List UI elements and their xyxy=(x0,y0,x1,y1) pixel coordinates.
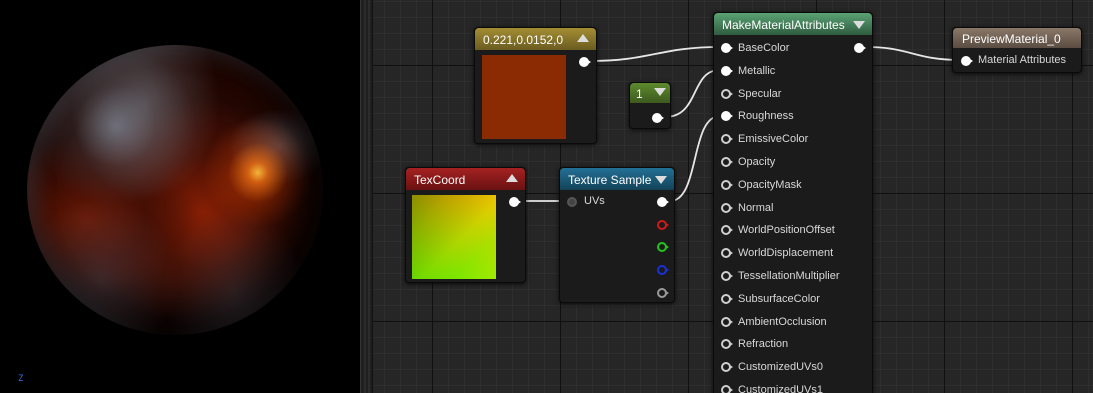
attribute-input-label: Roughness xyxy=(738,110,794,123)
preview-sphere xyxy=(27,45,323,335)
uv-gradient-preview xyxy=(412,195,496,279)
texcoord-title: TexCoord xyxy=(414,173,466,187)
preview-material-node[interactable]: PreviewMaterial_0 Material Attributes xyxy=(952,27,1082,73)
attribute-input-pin[interactable] xyxy=(721,271,733,281)
attribute-input-label: Opacity xyxy=(738,156,776,168)
a-output-pin[interactable] xyxy=(657,288,669,298)
material-attributes-label: Material Attributes xyxy=(978,54,1067,66)
attribute-input-label: Normal xyxy=(738,201,774,214)
texcoord-node[interactable]: TexCoord xyxy=(405,167,526,283)
make-material-attributes-header[interactable]: MakeMaterialAttributes xyxy=(714,13,872,35)
texcoord-header[interactable]: TexCoord xyxy=(406,168,525,190)
r-output-pin[interactable] xyxy=(657,220,669,230)
attribute-input-pin[interactable] xyxy=(721,293,733,304)
attribute-input-pin[interactable] xyxy=(721,385,733,393)
axis-label: Z xyxy=(18,374,24,384)
attribute-input-label: Metallic xyxy=(738,64,776,77)
collapse-arrow-icon[interactable] xyxy=(654,88,666,96)
attribute-input-pin[interactable] xyxy=(721,157,733,167)
attribute-input-pin[interactable] xyxy=(721,111,733,122)
attribute-input-pin[interactable] xyxy=(721,88,733,99)
attribute-input-pin[interactable] xyxy=(721,202,733,213)
attribute-input-label: CustomizedUVs0 xyxy=(738,361,823,374)
collapse-arrow-icon[interactable] xyxy=(577,34,589,42)
attribute-input-label: CustomizedUVs1 xyxy=(738,384,823,393)
attribute-input-label: TessellationMultiplier xyxy=(738,270,840,282)
output-pin[interactable] xyxy=(579,57,591,67)
attribute-input-label: Refraction xyxy=(738,338,789,351)
attribute-input-label: AmbientOcclusion xyxy=(738,315,827,328)
attribute-input-label: Specular xyxy=(738,87,782,100)
uvs-input-pin[interactable] xyxy=(567,197,579,207)
attribute-input-label: SubsurfaceColor xyxy=(738,292,820,305)
preview-material-header[interactable]: PreviewMaterial_0 xyxy=(953,28,1081,48)
attribute-input-pin[interactable] xyxy=(721,179,733,190)
g-output-pin[interactable] xyxy=(657,242,669,252)
collapse-arrow-icon[interactable] xyxy=(506,174,518,182)
attribute-input-label: WorldDisplacement xyxy=(738,247,834,260)
material-attributes-input-pin[interactable] xyxy=(961,56,973,66)
material-preview-viewport[interactable]: Z xyxy=(0,0,360,393)
attribute-input-label: WorldPositionOffset xyxy=(738,224,835,237)
attribute-input-pin[interactable] xyxy=(721,225,733,236)
rgb-output-pin[interactable] xyxy=(657,197,669,207)
color-constant-title: 0.221,0.0152,0 xyxy=(483,33,564,47)
attribute-input-pin[interactable] xyxy=(721,248,733,259)
attribute-input-pin[interactable] xyxy=(721,134,733,145)
scalar-constant-header[interactable]: 1 xyxy=(630,83,670,103)
texture-sample-node[interactable]: Texture Sample UVs xyxy=(559,167,675,303)
attribute-input-label: EmissiveColor xyxy=(738,133,809,146)
scalar-constant-title: 1 xyxy=(636,87,643,101)
uvs-label: UVs xyxy=(584,195,605,207)
b-output-pin[interactable] xyxy=(657,265,669,275)
attribute-input-pin[interactable] xyxy=(721,65,733,76)
attribute-input-label: OpacityMask xyxy=(738,178,802,191)
make-material-attributes-title: MakeMaterialAttributes xyxy=(722,18,845,32)
panel-splitter[interactable] xyxy=(360,0,373,393)
color-swatch xyxy=(482,55,566,139)
attribute-input-pin[interactable] xyxy=(721,316,733,327)
texture-sample-header[interactable]: Texture Sample xyxy=(560,168,674,190)
attribute-input-label: BaseColor xyxy=(738,42,790,54)
axis-gizmo-icon: Z xyxy=(18,375,28,389)
color-constant-node[interactable]: 0.221,0.0152,0 xyxy=(474,27,597,144)
color-constant-header[interactable]: 0.221,0.0152,0 xyxy=(475,28,596,50)
output-pin[interactable] xyxy=(652,113,664,123)
preview-material-title: PreviewMaterial_0 xyxy=(962,32,1061,46)
material-attributes-output-pin[interactable] xyxy=(854,43,866,53)
attribute-input-pin[interactable] xyxy=(721,362,733,373)
collapse-arrow-icon[interactable] xyxy=(655,176,667,184)
collapse-arrow-icon[interactable] xyxy=(853,21,865,29)
attribute-input-pin[interactable] xyxy=(721,43,733,53)
attribute-input-pin[interactable] xyxy=(721,339,733,350)
scalar-constant-node[interactable]: 1 xyxy=(629,82,671,129)
texture-sample-title: Texture Sample xyxy=(568,173,652,187)
make-material-attributes-node[interactable]: MakeMaterialAttributes BaseColor Metallic… xyxy=(713,12,873,393)
output-pin[interactable] xyxy=(509,197,521,207)
